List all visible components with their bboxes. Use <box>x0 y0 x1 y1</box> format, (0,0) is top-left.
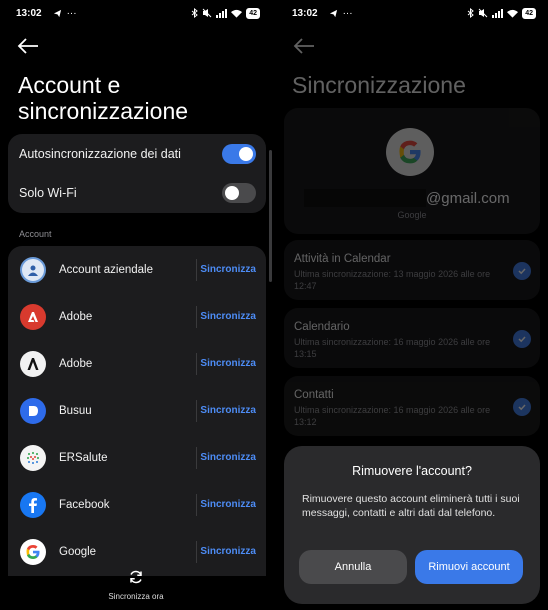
email-domain: @gmail.com <box>426 190 510 207</box>
sync-item-title: Calendario <box>294 321 350 333</box>
wifi-only-row[interactable]: Solo Wi-Fi <box>8 173 266 213</box>
google-icon <box>399 140 421 164</box>
mute-icon <box>202 8 212 18</box>
dialog-message: Rimuovere questo account eliminerà tutti… <box>302 493 520 519</box>
account-name: Facebook <box>59 498 110 511</box>
account-name: Account aziendale <box>59 263 153 276</box>
sync-now-label: Sincronizza ora <box>108 592 164 601</box>
adobe-icon <box>20 303 46 330</box>
page-title-line-2: sincronizzazione <box>18 98 189 124</box>
account-name: Busuu <box>59 404 92 417</box>
refresh-icon <box>130 570 142 584</box>
sync-button[interactable]: Sincronizza <box>200 546 256 557</box>
sync-button[interactable]: Sincronizza <box>200 311 256 322</box>
page-title-line-1: Account e <box>18 72 121 98</box>
battery-icon: 42 <box>246 7 260 19</box>
account-email: @gmail.com <box>304 189 524 207</box>
telegram-icon <box>53 9 61 17</box>
list-item[interactable]: Google Sincronizza <box>8 528 266 575</box>
sync-item-subtitle: Ultima sincronizzazione: 16 maggio 2026 … <box>294 405 491 427</box>
facebook-icon <box>20 491 46 518</box>
wifi-only-label: Solo Wi-Fi <box>19 186 77 200</box>
auto-sync-toggle[interactable] <box>222 144 256 164</box>
status-time: 13:02 <box>16 7 42 19</box>
check-icon[interactable] <box>513 330 531 348</box>
sync-item-subtitle: Ultima sincronizzazione: 13 maggio 2026 … <box>294 269 491 291</box>
account-name: ERSalute <box>59 451 108 464</box>
adobe-fill-icon <box>20 350 46 377</box>
wifi-icon <box>231 9 243 18</box>
list-item[interactable]: Adobe Sincronizza <box>8 340 266 387</box>
sync-now-button[interactable]: Sincronizza ora <box>0 569 272 601</box>
list-item[interactable]: Facebook Sincronizza <box>8 481 266 528</box>
account-type: Google <box>397 210 427 220</box>
signal-icon <box>216 8 228 18</box>
sync-button[interactable]: Sincronizza <box>200 452 256 463</box>
remove-account-button[interactable]: Rimuovi account <box>415 550 523 584</box>
sync-toggles-card: Autosincronizzazione dei dati Solo Wi-Fi <box>8 134 266 213</box>
account-name: Adobe <box>59 310 93 323</box>
work-profile-icon <box>20 256 46 283</box>
sync-item-subtitle: Ultima sincronizzazione: 16 maggio 2026 … <box>294 337 491 359</box>
google-account-sync-screen: 13:02 ··· 42 Sincronizzazione @gmail.com… <box>276 0 548 610</box>
google-icon <box>20 538 46 565</box>
auto-sync-row[interactable]: Autosincronizzazione dei dati <box>8 134 266 174</box>
cancel-button[interactable]: Annulla <box>299 550 407 584</box>
sync-item-title: Contatti <box>294 389 334 401</box>
remove-account-dialog: Rimuovere l'account? Rimuovere questo ac… <box>284 446 540 604</box>
scrollbar[interactable] <box>269 150 272 282</box>
back-arrow-icon[interactable] <box>16 36 40 56</box>
more-notifications-icon: ··· <box>66 7 77 19</box>
page-title: Account e sincronizzazione <box>18 72 188 124</box>
sync-button[interactable]: Sincronizza <box>200 499 256 510</box>
status-bar: 13:02 ··· 42 <box>0 0 272 26</box>
sync-button[interactable]: Sincronizza <box>200 264 256 275</box>
sync-button[interactable]: Sincronizza <box>200 358 256 369</box>
sync-settings-screen: 13:02 ··· 42 Account e sincronizzazione … <box>0 0 272 610</box>
account-name: Google <box>59 545 97 558</box>
list-item[interactable]: ERSalute Sincronizza <box>8 434 266 481</box>
bluetooth-icon <box>191 8 199 18</box>
sync-button[interactable]: Sincronizza <box>200 405 256 416</box>
accounts-list: Account aziendale Sincronizza Adobe Sinc… <box>8 246 266 576</box>
google-logo <box>386 128 434 176</box>
check-icon[interactable] <box>513 262 531 280</box>
ersalute-icon <box>20 444 46 471</box>
wifi-only-toggle[interactable] <box>222 183 256 203</box>
check-icon[interactable] <box>513 398 531 416</box>
auto-sync-label: Autosincronizzazione dei dati <box>19 147 181 161</box>
sync-item-title: Attività in Calendar <box>294 253 391 265</box>
dialog-title: Rimuovere l'account? <box>352 464 472 478</box>
redacted-email-user <box>304 189 426 207</box>
list-item[interactable]: Account aziendale Sincronizza <box>8 246 266 293</box>
list-item[interactable]: Busuu Sincronizza <box>8 387 266 434</box>
list-item[interactable]: Adobe Sincronizza <box>8 293 266 340</box>
busuu-icon <box>20 397 46 424</box>
account-name: Adobe <box>59 357 93 370</box>
accounts-section-label: Account <box>19 229 52 239</box>
